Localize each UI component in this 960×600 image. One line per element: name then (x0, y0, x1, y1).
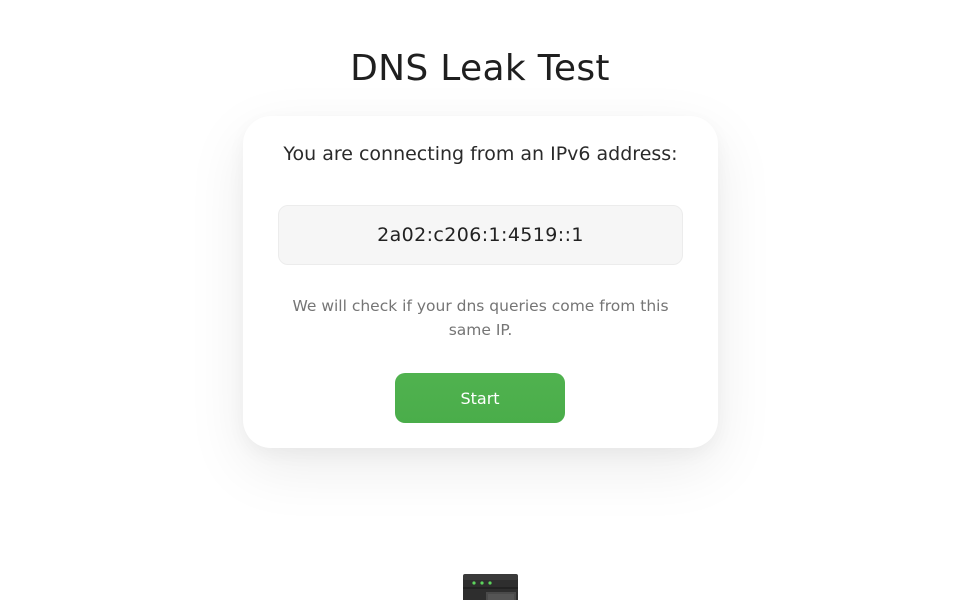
connection-heading: You are connecting from an IPv6 address: (283, 143, 678, 165)
connection-card: You are connecting from an IPv6 address:… (243, 116, 718, 448)
start-button[interactable]: Start (395, 373, 565, 423)
page-title: DNS Leak Test (350, 48, 610, 89)
server-icon (463, 574, 518, 600)
page: DNS Leak Test You are connecting from an… (0, 0, 960, 600)
ip-address-display: 2a02:c206:1:4519::1 (278, 205, 683, 265)
check-note: We will check if your dns queries come f… (292, 297, 669, 339)
